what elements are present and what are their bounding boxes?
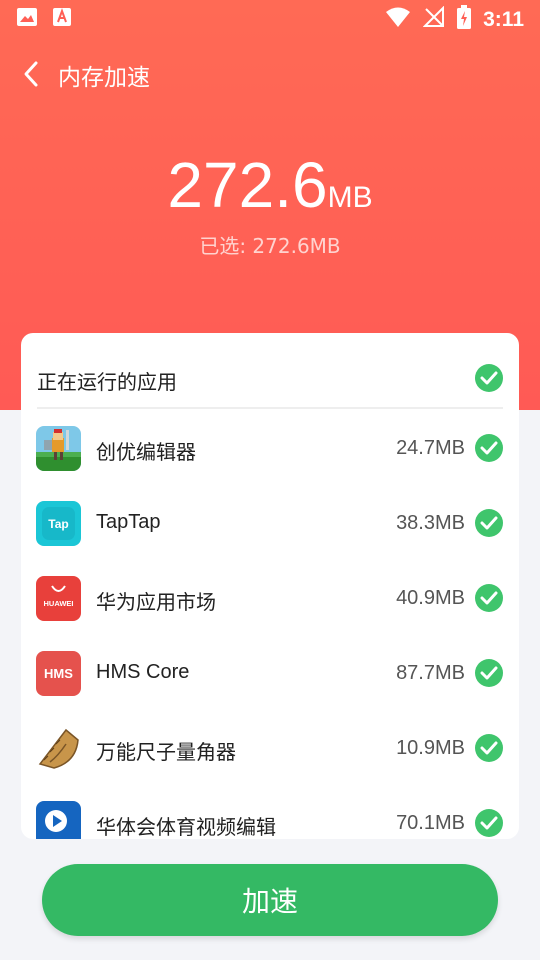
status-bar: 3:11 [0,0,540,36]
app-name: 华为应用市场 [96,590,216,614]
list-item[interactable]: HUAWEI 华为应用市场 40.9MB [21,561,519,636]
running-apps-card: 正在运行的应用 创优编辑器 24.7MB Tap TapTap 38.3MB H… [21,333,519,839]
list-item[interactable]: HMS HMS Core 87.7MB [21,636,519,711]
chevron-left-icon [24,61,38,87]
video-editor-icon [36,801,81,839]
svg-text:HMS: HMS [44,666,73,681]
memory-amount: 272.6MB [0,148,540,222]
list-item[interactable]: 创优编辑器 24.7MB [21,411,519,486]
pixel-knight-icon [36,426,81,471]
battery-charging-icon [457,5,472,34]
app-name: 万能尺子量角器 [96,740,236,764]
app-size: 40.9MB [396,587,465,609]
taptap-icon: Tap [36,501,81,546]
app-name: 华体会体育视频编辑 [96,815,276,839]
list-header-label: 正在运行的应用 [37,370,177,394]
app-size: 87.7MB [396,662,465,684]
svg-text:HUAWEI: HUAWEI [44,599,74,608]
app-size: 10.9MB [396,737,465,759]
app-name: HMS Core [96,661,190,683]
boost-button[interactable]: 加速 [42,864,498,936]
select-all-check-icon[interactable] [475,364,503,392]
list-item[interactable]: 万能尺子量角器 10.9MB [21,711,519,786]
protractor-icon [36,726,81,771]
app-size: 70.1MB [396,812,465,834]
status-time: 3:11 [483,7,524,31]
check-icon[interactable] [475,809,503,837]
app-name: 创优编辑器 [96,440,196,464]
page-title: 内存加速 [58,65,150,91]
amount-value: 272.6 [167,149,328,221]
check-icon[interactable] [475,584,503,612]
list-header[interactable]: 正在运行的应用 [37,333,503,409]
huawei-appgallery-icon: HUAWEI [36,576,81,621]
check-icon[interactable] [475,509,503,537]
svg-text:Tap: Tap [48,517,68,531]
no-signal-icon [422,5,445,33]
gallery-icon [16,7,38,32]
hms-core-icon: HMS [36,651,81,696]
check-icon[interactable] [475,734,503,762]
check-icon[interactable] [475,659,503,687]
title-bar: 内存加速 [0,52,540,96]
selected-summary: 已选: 272.6MB [199,234,341,258]
amount-unit: MB [327,181,373,214]
back-button[interactable] [18,58,46,90]
wifi-icon [385,6,411,33]
list-item[interactable]: Tap TapTap 38.3MB [21,486,519,561]
app-size: 38.3MB [396,512,465,534]
app-notification-icon [52,7,72,32]
app-size: 24.7MB [396,437,465,459]
list-item[interactable]: 华体会体育视频编辑 70.1MB [21,786,519,839]
app-name: TapTap [96,511,161,533]
check-icon[interactable] [475,434,503,462]
